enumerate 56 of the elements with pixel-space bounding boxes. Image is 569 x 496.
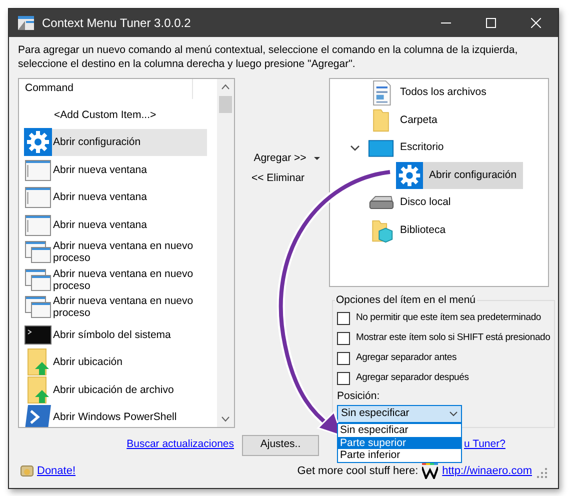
command-item[interactable]: Abrir nueva ventana en nuevo proceso bbox=[24, 294, 217, 321]
window-title: Context Menu Tuner 3.0.0.2 bbox=[42, 15, 191, 32]
settings-button[interactable]: Ajustes.. bbox=[242, 434, 319, 456]
tree-item[interactable]: Todos los archivos bbox=[368, 79, 492, 106]
dropdown-option[interactable]: Parte superior bbox=[338, 436, 461, 450]
donate-link[interactable]: Donate! bbox=[37, 463, 76, 480]
logo-icon bbox=[422, 463, 438, 480]
group-title: Opciones del ítem en el menú bbox=[335, 292, 476, 308]
command-item[interactable]: Abrir ubicación de archivo bbox=[24, 376, 217, 404]
tree-item[interactable]: Abrir configuración bbox=[396, 162, 523, 190]
promo-text: Get more cool stuff here: bbox=[297, 464, 418, 479]
chevron-down-icon[interactable] bbox=[350, 142, 360, 153]
command-item[interactable]: Abrir nueva ventana bbox=[24, 184, 217, 211]
website-link[interactable]: http://winaero.com bbox=[442, 463, 532, 480]
checkbox[interactable] bbox=[337, 372, 350, 385]
maximize-icon[interactable] bbox=[486, 18, 496, 28]
command-item[interactable]: Abrir nueva ventana bbox=[24, 156, 217, 184]
link[interactable]: u Tuner? bbox=[464, 437, 506, 453]
dropdown-icon[interactable] bbox=[314, 157, 320, 161]
chevron-down-icon[interactable] bbox=[449, 411, 458, 417]
tree-item[interactable]: Disco local bbox=[368, 190, 457, 217]
checkbox-option[interactable]: No permitir que este ítem sea predeterminado bbox=[337, 308, 550, 328]
checkbox-option[interactable]: Mostrar este ítem solo si SHIFT está presionado bbox=[337, 328, 550, 348]
update-link[interactable]: Buscar actualizaciones bbox=[126, 437, 234, 453]
checkbox[interactable] bbox=[337, 352, 350, 365]
command-item[interactable]: Abrir nueva ventana en nuevo proceso bbox=[24, 238, 217, 266]
command-item[interactable]: Abrir ubicación bbox=[24, 348, 217, 376]
checkbox-option[interactable]: Agregar separador después bbox=[337, 368, 550, 388]
resize-grip-icon[interactable] bbox=[537, 468, 547, 478]
close-icon[interactable] bbox=[530, 18, 540, 28]
command-item[interactable]: Abrir nueva ventana en nuevo proceso bbox=[24, 266, 217, 294]
checkbox[interactable] bbox=[337, 312, 350, 325]
dropdown-option[interactable]: Parte inferior bbox=[338, 449, 461, 462]
tree-item[interactable]: Biblioteca bbox=[368, 217, 452, 244]
command-item[interactable]: Abrir Windows PowerShell bbox=[24, 404, 217, 427]
command-item[interactable]: Abrir símbolo del sistema bbox=[24, 321, 217, 348]
command-item[interactable]: Abrir configuración bbox=[24, 128, 207, 156]
scroll-thumb[interactable] bbox=[219, 96, 232, 113]
gear-icon bbox=[24, 128, 52, 156]
add-button[interactable]: Agregar >> bbox=[244, 151, 320, 167]
remove-button[interactable]: << Eliminar bbox=[251, 171, 313, 187]
scrollbar[interactable] bbox=[217, 79, 234, 427]
field-label: Posición: bbox=[337, 389, 381, 404]
command-item[interactable]: <Add Custom Item...> bbox=[24, 101, 217, 128]
tree-item[interactable]: Escritorio bbox=[368, 134, 450, 162]
command-item[interactable]: Abrir nueva ventana bbox=[24, 211, 217, 238]
checkbox-option[interactable]: Agregar separador antes bbox=[337, 348, 550, 368]
instructions-text: Para agregar un nuevo comando al menú contextual, seleccione el comando en la columna de la izquierda, seleccione el destino en la columna derecha y luego presione "Agregar". bbox=[18, 43, 519, 71]
column-header[interactable]: Command bbox=[19, 79, 193, 99]
tree-item[interactable]: Carpeta bbox=[368, 106, 444, 134]
checkbox[interactable] bbox=[337, 332, 350, 345]
dropdown-option[interactable]: Sin especificar bbox=[338, 424, 461, 437]
gear-icon bbox=[396, 162, 423, 190]
coins-icon bbox=[20, 464, 34, 478]
app-icon bbox=[18, 16, 34, 30]
position-dropdown[interactable]: Sin especificar bbox=[337, 405, 462, 423]
